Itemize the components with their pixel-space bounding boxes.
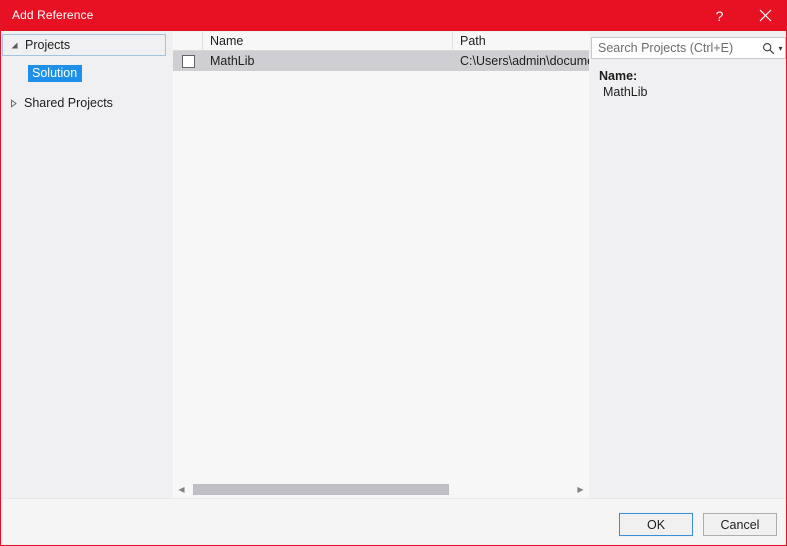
help-button[interactable]: ? [697,0,742,31]
dialog-footer: OK Cancel [2,498,786,544]
column-header-path[interactable]: Path [453,32,589,50]
question-mark-icon: ? [715,7,724,24]
chevron-down-icon[interactable]: ▾ [776,44,785,53]
tree-item-label: Solution [28,64,83,82]
collapsed-triangle-icon[interactable] [2,98,24,108]
dialog-content: Projects Solution Shared Projects Name P… [1,31,786,498]
tree-item-label: Projects [25,38,71,52]
reference-list-panel: Name Path MathLib C:\Users\admin\documen… [173,32,589,498]
column-header-check[interactable] [173,32,203,50]
search-box[interactable]: ▾ [591,37,786,59]
table-row[interactable]: MathLib C:\Users\admin\documen [173,51,589,71]
row-checkbox-cell [173,54,203,68]
tree-item-projects[interactable]: Projects [2,34,166,56]
list-body: MathLib C:\Users\admin\documen [173,51,589,479]
horizontal-scrollbar[interactable]: ◀ ▶ [173,481,589,498]
detail-panel: ▾ Name: MathLib [591,31,786,498]
cancel-button[interactable]: Cancel [703,513,777,536]
add-reference-dialog: Add Reference ? Projects Solution Shared… [0,0,787,546]
close-icon [759,9,772,22]
dialog-title: Add Reference [12,8,94,22]
magnifier-icon[interactable] [761,42,776,55]
detail-body: Name: MathLib [591,65,786,495]
search-input[interactable] [592,40,761,56]
tree-item-solution[interactable]: Solution [2,62,169,84]
detail-name-label: Name: [599,69,638,83]
column-header-name[interactable]: Name [203,32,453,50]
category-tree: Projects Solution Shared Projects [2,31,169,498]
scrollbar-track[interactable] [190,481,572,498]
scrollbar-thumb[interactable] [193,484,449,495]
row-checkbox[interactable] [181,54,195,68]
tree-item-label: Shared Projects [24,96,113,110]
row-name: MathLib [210,54,255,68]
list-header-row: Name Path [173,32,589,51]
expanded-triangle-icon[interactable] [3,41,25,50]
detail-name-value: MathLib [603,85,648,99]
tree-item-shared-projects[interactable]: Shared Projects [2,92,169,114]
ok-button[interactable]: OK [618,512,694,537]
row-path: C:\Users\admin\documen [460,54,589,68]
scroll-right-arrow-icon[interactable]: ▶ [572,481,589,498]
scroll-left-arrow-icon[interactable]: ◀ [173,481,190,498]
title-bar: Add Reference ? [1,0,786,31]
close-button[interactable] [743,0,786,31]
